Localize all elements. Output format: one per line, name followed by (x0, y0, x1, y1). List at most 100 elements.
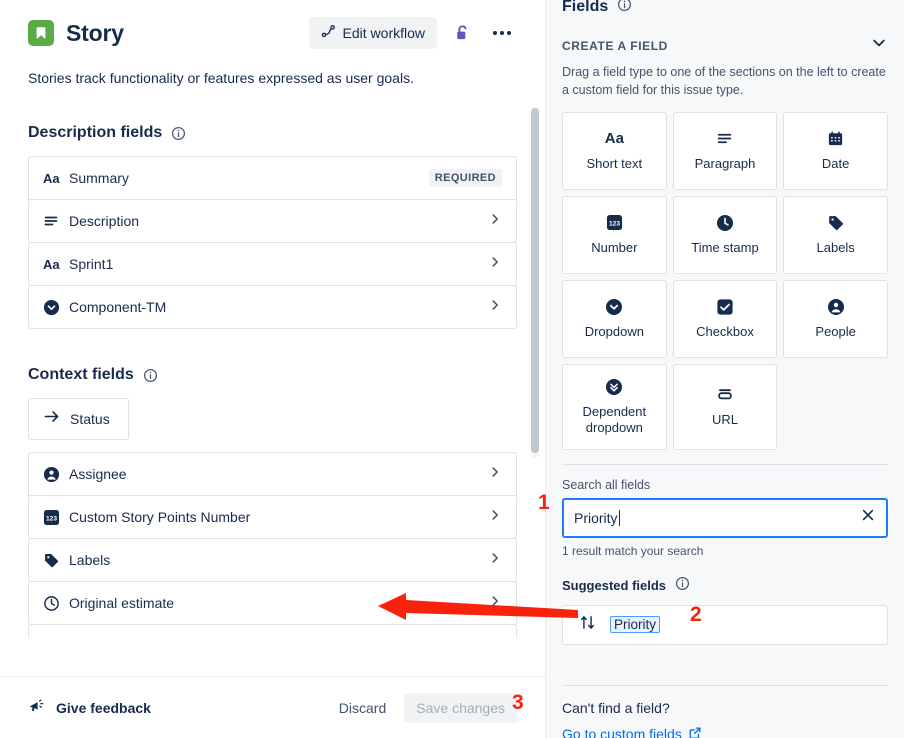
field-type-label: People (815, 324, 855, 340)
paragraph-icon (43, 213, 65, 229)
field-label: Description (69, 213, 139, 229)
labels-icon (827, 213, 845, 233)
save-changes-button[interactable]: Save changes (404, 693, 517, 723)
field-row-assignee[interactable]: Assignee (28, 452, 517, 496)
field-type-checkbox[interactable]: Checkbox (673, 280, 778, 358)
field-type-label: Checkbox (696, 324, 754, 340)
svg-text:123: 123 (609, 221, 620, 228)
chevron-right-icon (488, 465, 502, 484)
external-link-icon (688, 726, 702, 738)
context-fields-title: Context fields (28, 366, 134, 384)
right-panel-content: Fields CREATE A FIELD Drag a field type … (546, 0, 904, 738)
field-type-label: Short text (587, 156, 643, 172)
field-type-grid: Aa Short text Paragraph Date (562, 112, 888, 450)
field-type-label: Paragraph (695, 156, 756, 172)
field-row-component-tm[interactable]: Component-TM (28, 285, 517, 329)
svg-text:123: 123 (46, 515, 57, 522)
field-row-sprint1[interactable]: Aa Sprint1 (28, 242, 517, 286)
description-fields-heading: Description fields (28, 124, 517, 142)
field-configuration-screen: Story Edit workflow (0, 0, 904, 738)
clock-icon (716, 213, 734, 233)
field-row-status[interactable]: Status (28, 398, 129, 440)
discard-button[interactable]: Discard (329, 693, 396, 723)
field-label: Sprint1 (69, 256, 113, 272)
unlocked-padlock-icon[interactable] (447, 18, 477, 48)
field-type-url[interactable]: URL (673, 364, 778, 450)
fields-right-panel: Fields CREATE A FIELD Drag a field type … (545, 0, 904, 738)
number-icon: 123 (606, 213, 623, 233)
field-label: Summary (69, 170, 129, 186)
dependent-dropdown-icon (605, 377, 623, 397)
field-type-labels[interactable]: Labels (783, 196, 888, 274)
chevron-right-icon (488, 255, 502, 274)
annotation-marker-2: 2 (690, 603, 702, 627)
suggested-field-priority[interactable]: Priority (562, 605, 888, 645)
field-type-people[interactable]: People (783, 280, 888, 358)
field-type-label: Number (591, 240, 637, 256)
field-type-paragraph[interactable]: Paragraph (673, 112, 778, 190)
field-type-time-stamp[interactable]: Time stamp (673, 196, 778, 274)
field-label: Custom Story Points Number (69, 509, 250, 525)
megaphone-icon (28, 697, 46, 718)
bottom-action-bar: Give feedback Discard Save changes (0, 676, 545, 738)
search-input-value: Priority (574, 510, 618, 526)
description-fields-list: Aa Summary REQUIRED Description (28, 156, 517, 329)
field-type-dependent-dropdown[interactable]: Dependent dropdown (562, 364, 667, 450)
field-row-custom-story-points-number[interactable]: 123 Custom Story Points Number (28, 495, 517, 539)
chevron-right-icon (488, 212, 502, 231)
give-feedback-button[interactable]: Give feedback (28, 697, 151, 718)
short-text-icon: Aa (43, 257, 65, 272)
workflow-icon (321, 24, 336, 42)
close-icon[interactable] (860, 507, 876, 528)
chevron-down-icon[interactable] (870, 34, 888, 57)
page-header: Story Edit workflow (28, 0, 517, 56)
fields-panel-title: Fields (562, 0, 608, 14)
clock-icon (43, 595, 65, 612)
story-bookmark-icon (28, 20, 54, 46)
calendar-icon (827, 129, 844, 149)
suggested-fields-heading: Suggested fields (562, 576, 888, 596)
scrollbar-thumb[interactable] (531, 108, 539, 453)
field-type-label: Date (822, 156, 849, 172)
info-icon[interactable] (675, 576, 690, 596)
bottom-bar-actions: Discard Save changes (329, 693, 517, 723)
context-fields-heading: Context fields (28, 366, 517, 384)
chevron-right-icon (488, 508, 502, 527)
field-row-summary[interactable]: Aa Summary REQUIRED (28, 156, 517, 200)
field-type-label: Labels (817, 240, 855, 256)
annotation-arrow (378, 588, 578, 628)
field-type-number[interactable]: 123 Number (562, 196, 667, 274)
search-input[interactable]: Priority (562, 498, 888, 538)
people-icon (43, 466, 65, 483)
field-type-dropdown[interactable]: Dropdown (562, 280, 667, 358)
go-to-custom-fields-link[interactable]: Go to custom fields (562, 726, 702, 738)
field-row-labels[interactable]: Labels (28, 538, 517, 582)
fields-panel-heading: Fields (562, 0, 888, 14)
annotation-marker-1: 1 (538, 491, 550, 515)
short-text-icon: Aa (605, 129, 624, 149)
field-row-description[interactable]: Description (28, 199, 517, 243)
edit-workflow-button[interactable]: Edit workflow (309, 17, 437, 49)
suggested-field-label: Priority (610, 616, 660, 633)
info-icon[interactable] (617, 0, 632, 14)
field-type-date[interactable]: Date (783, 112, 888, 190)
info-icon[interactable] (143, 368, 158, 383)
status-badge: REQUIRED (429, 169, 502, 187)
dropdown-icon (43, 299, 65, 316)
short-text-icon: Aa (43, 171, 65, 186)
cant-find-a-field-text: Can't find a field? (562, 700, 888, 716)
create-a-field-description: Drag a field type to one of the sections… (562, 64, 888, 100)
edit-workflow-label: Edit workflow (343, 25, 425, 41)
more-actions-icon[interactable] (487, 18, 517, 48)
info-icon[interactable] (171, 126, 186, 141)
left-panel-scrollbar[interactable] (531, 108, 539, 458)
field-label: Status (70, 411, 110, 427)
create-a-field-header[interactable]: CREATE A FIELD (562, 34, 888, 57)
dropdown-icon (605, 297, 623, 317)
chevron-right-icon (488, 298, 502, 317)
text-caret (619, 510, 620, 526)
field-type-short-text[interactable]: Aa Short text (562, 112, 667, 190)
field-type-label: URL (712, 412, 738, 428)
chevron-right-icon (488, 551, 502, 570)
field-label: Assignee (69, 466, 127, 482)
